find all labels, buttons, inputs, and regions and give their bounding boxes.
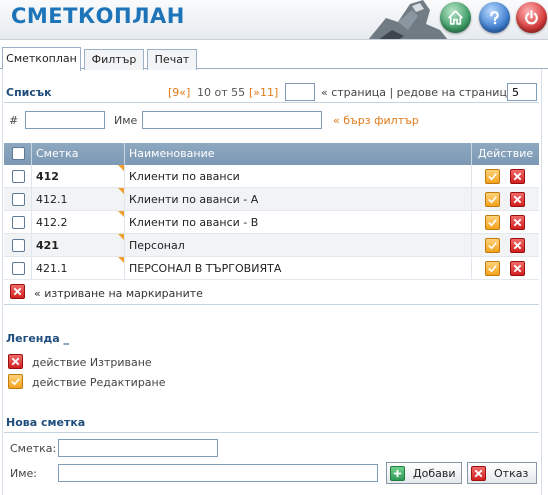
action-cell: [471, 188, 539, 211]
table-row: 412 Клиенти по аванси: [4, 165, 539, 188]
row-checkbox[interactable]: [12, 262, 25, 275]
account-cell: 421: [31, 234, 124, 257]
divider: [4, 432, 539, 433]
delete-marked-link[interactable]: « изтриване на маркираните: [34, 287, 203, 300]
account-number: 412.1: [36, 193, 68, 206]
delete-icon[interactable]: [510, 192, 525, 207]
edit-icon[interactable]: [485, 169, 500, 184]
account-number: 421: [36, 239, 59, 252]
row-checkbox[interactable]: [12, 193, 25, 206]
help-icon: [490, 11, 499, 25]
edit-icon[interactable]: [485, 215, 500, 230]
account-cell: 412.1: [31, 188, 124, 211]
table-row: 412.2 Клиенти по аванси - В: [4, 211, 539, 234]
name-cell: Клиенти по аванси: [124, 165, 471, 188]
edit-icon[interactable]: [485, 261, 500, 276]
bird-decoration-icon: [368, 0, 448, 39]
name-cell: Клиенти по аванси - В: [124, 211, 471, 234]
rows-per-page-input[interactable]: [507, 83, 537, 101]
cancel-button-label: Отказ: [494, 466, 529, 480]
action-cell: [471, 165, 539, 188]
action-cell: [471, 257, 539, 280]
number-filter-input[interactable]: [25, 111, 105, 129]
divider: [4, 304, 539, 305]
name-filter-label: Име: [114, 114, 138, 127]
power-icon: [525, 10, 538, 25]
select-all-checkbox[interactable]: [12, 147, 25, 160]
new-account-title: Нова сметка: [6, 416, 86, 429]
legend-delete-text: действие Изтриване: [32, 356, 152, 369]
tab-bar: Сметкоплан Филтър Печат: [0, 47, 548, 71]
app-title: СМЕТКОПЛАН: [11, 4, 185, 28]
table-row: 421.1 ПЕРСОНАЛ В ТЪРГОВИЯТА: [4, 257, 539, 280]
action-cell: [471, 211, 539, 234]
home-icon: [448, 10, 463, 25]
table-row: 421 Персонал: [4, 234, 539, 257]
row-checkbox[interactable]: [12, 216, 25, 229]
close-icon: [471, 465, 486, 481]
legend-title: Легенда _: [6, 332, 70, 345]
delete-icon[interactable]: [510, 215, 525, 230]
number-filter-label: #: [9, 114, 19, 127]
quick-filter-link[interactable]: « бърз филтър: [333, 114, 419, 127]
column-header-action: Действие: [471, 143, 539, 165]
name-cell: Персонал: [124, 234, 471, 257]
list-title: Списък: [6, 86, 52, 99]
pager-first-link[interactable]: [9«]: [168, 86, 190, 99]
logout-button[interactable]: [516, 2, 547, 33]
legend-edit-text: действие Редактиране: [32, 376, 166, 389]
row-checkbox[interactable]: [12, 170, 25, 183]
table-row: 412.1 Клиенти по аванси - А: [4, 188, 539, 211]
delete-icon: [8, 354, 23, 369]
name-cell: ПЕРСОНАЛ В ТЪРГОВИЯТА: [124, 257, 471, 280]
edit-icon[interactable]: [485, 192, 500, 207]
account-cell: 412.2: [31, 211, 124, 234]
account-number: 421.1: [36, 262, 68, 275]
column-header-account[interactable]: Сметка: [31, 143, 124, 165]
home-button[interactable]: [440, 2, 471, 33]
account-field[interactable]: [58, 439, 218, 457]
edit-icon: [8, 374, 23, 389]
account-number: 412.2: [36, 216, 68, 229]
plus-icon: [390, 465, 405, 481]
name-cell: Клиенти по аванси - А: [124, 188, 471, 211]
pager-last-link[interactable]: [»11]: [249, 86, 278, 99]
column-header-name[interactable]: Наименование: [124, 143, 471, 165]
cancel-button[interactable]: Отказ: [467, 462, 537, 484]
account-field-label: Сметка:: [10, 442, 57, 455]
name-field[interactable]: [58, 464, 378, 482]
table-header: Сметка Наименование Действие: [4, 143, 539, 165]
tab-chart-of-accounts[interactable]: Сметкоплан: [2, 47, 81, 71]
delete-icon[interactable]: [510, 169, 525, 184]
add-button-label: Добави: [413, 466, 456, 480]
delete-marked-icon[interactable]: [10, 284, 25, 299]
edit-icon[interactable]: [485, 238, 500, 253]
account-cell: 421.1: [31, 257, 124, 280]
page-number-input[interactable]: [285, 83, 315, 101]
pager-range: 10 от 55: [197, 86, 246, 99]
pager-label: « страница | редове на страница »: [321, 86, 524, 99]
tab-filter[interactable]: Филтър: [84, 49, 144, 70]
quick-filter-label: « бърз филтър: [333, 114, 419, 127]
account-number: 412: [36, 170, 59, 183]
delete-icon[interactable]: [510, 238, 525, 253]
name-field-label: Име:: [10, 467, 38, 480]
tab-print[interactable]: Печат: [147, 49, 197, 70]
delete-icon[interactable]: [510, 261, 525, 276]
name-filter-input[interactable]: [142, 111, 322, 129]
app-header: СМЕТКОПЛАН: [0, 0, 548, 40]
divider: [4, 102, 539, 103]
row-checkbox[interactable]: [12, 239, 25, 252]
action-cell: [471, 234, 539, 257]
add-button[interactable]: Добави: [386, 462, 462, 484]
account-cell: 412: [31, 165, 124, 188]
help-button[interactable]: [479, 2, 510, 33]
